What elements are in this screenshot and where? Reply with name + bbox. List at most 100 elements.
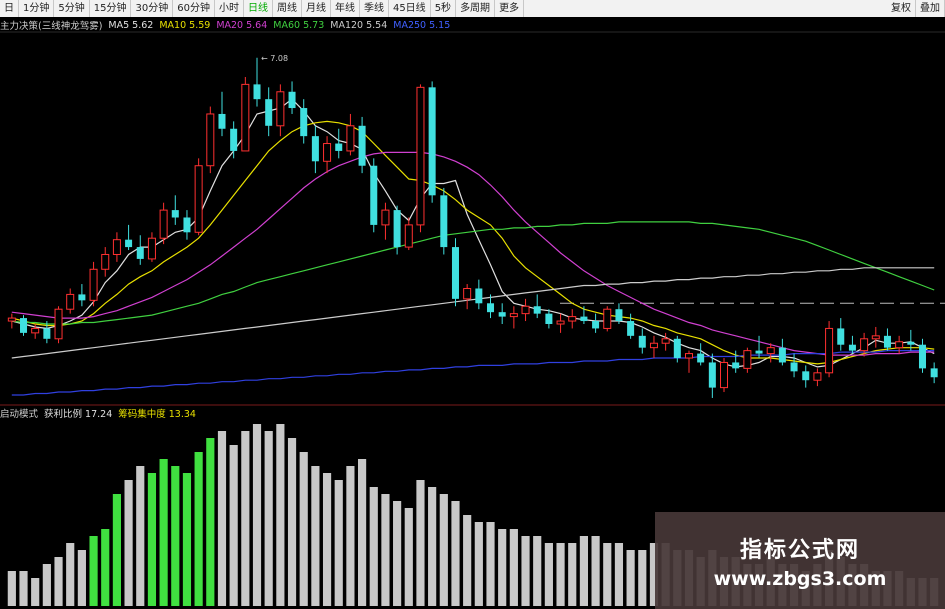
candle-body-up: [323, 143, 332, 162]
volume-bar: [206, 438, 215, 606]
volume-bar: [276, 424, 285, 606]
volume-bar: [591, 536, 600, 606]
candle-body-up: [194, 165, 203, 233]
candle-body-down: [755, 350, 763, 354]
ma-line-ma60: [11, 221, 935, 325]
volume-bar: [626, 550, 635, 606]
candle-body-down: [230, 128, 238, 151]
volume-bar: [171, 466, 180, 606]
candle-body-down: [451, 247, 459, 299]
candle-body-up: [54, 308, 63, 340]
candle-body-down: [218, 113, 226, 129]
volume-bar: [159, 459, 168, 606]
candle-body-down: [697, 353, 705, 363]
volume-bar: [252, 424, 262, 606]
candle-body-up: [346, 125, 355, 152]
candle-body-down: [592, 321, 600, 329]
candle-body-down: [358, 125, 366, 166]
volume-bar: [579, 536, 588, 606]
candle-body-up: [276, 91, 285, 127]
volume-bar: [509, 529, 518, 606]
candle-body-down: [183, 217, 191, 233]
volume-bar: [182, 473, 192, 606]
candle-body-up: [743, 350, 752, 369]
volume-bar: [568, 543, 577, 606]
volume-bar: [393, 501, 402, 606]
candle-body-down: [533, 306, 541, 314]
candle-body-down: [673, 338, 681, 359]
volume-bar: [451, 501, 460, 606]
candle-body-down: [20, 318, 28, 333]
candle-body-up: [871, 335, 880, 340]
candle-body-up: [66, 293, 75, 310]
candle-body-up: [241, 83, 250, 152]
candle-body-down: [708, 362, 716, 388]
candle-body-down: [43, 328, 51, 339]
volume-bar: [346, 466, 355, 606]
peak-label: ← 7.08: [261, 54, 288, 63]
volume-bar: [521, 536, 530, 606]
volume-bar: [381, 494, 390, 606]
volume-bar: [358, 459, 367, 606]
candle-body-down: [837, 328, 845, 345]
volume-bar: [322, 473, 332, 606]
candle-body-down: [265, 99, 273, 126]
candle-body-down: [311, 136, 319, 162]
candle-body-up: [649, 342, 658, 349]
watermark-url: www.zbgs3.com: [713, 567, 887, 590]
volume-bar: [556, 543, 565, 606]
volume-bar: [474, 522, 483, 606]
volume-bar: [66, 543, 75, 606]
ma-line-ma250: [11, 350, 935, 396]
candle-body-down: [778, 347, 786, 363]
volume-bar: [42, 564, 51, 606]
candle-body-up: [509, 313, 518, 318]
candle-body-up: [684, 353, 693, 359]
volume-bar: [603, 543, 612, 606]
volume-bar: [428, 487, 437, 606]
candle-body-up: [147, 237, 156, 260]
candle-body-down: [638, 335, 646, 348]
candle-body-down: [335, 143, 343, 151]
watermark-title: 指标公式网: [739, 537, 860, 563]
candle-body-down: [580, 316, 588, 322]
candle-body-up: [206, 113, 215, 167]
volume-bar: [369, 487, 378, 606]
candle-body-down: [802, 371, 810, 381]
volume-bar: [486, 522, 495, 606]
volume-bar: [416, 480, 425, 606]
candle-body-down: [487, 303, 495, 313]
candle-body-up: [7, 317, 16, 322]
candle-body-up: [556, 320, 565, 325]
volume-bar: [217, 431, 227, 606]
candle-body-up: [568, 316, 577, 322]
volume-bar: [89, 536, 98, 606]
candle-body-down: [498, 312, 506, 317]
candle-body-down: [78, 294, 86, 301]
candle-body-up: [813, 372, 822, 381]
candle-body-down: [370, 165, 378, 225]
volume-bar: [498, 529, 507, 606]
candle-body-down: [545, 313, 553, 324]
candle-body-down: [125, 239, 133, 248]
ma-line-ma120: [11, 267, 935, 359]
volume-bar: [533, 536, 542, 606]
volume-bar: [229, 445, 238, 606]
candle-body-up: [825, 327, 834, 374]
volume-bar: [311, 466, 320, 606]
candle-body-down: [288, 91, 296, 109]
candle-body-up: [766, 347, 775, 355]
volume-bar: [31, 578, 40, 606]
candle-body-up: [603, 308, 612, 329]
candle-body-up: [463, 288, 472, 300]
ma-line-ma5: [11, 98, 935, 368]
candle-body-up: [416, 86, 425, 226]
candle-body-down: [930, 368, 938, 378]
candle-body-down: [732, 362, 740, 369]
candle-body-down: [393, 210, 401, 248]
candle-body-up: [101, 253, 110, 270]
candle-body-down: [627, 321, 635, 336]
candle-body-down: [907, 341, 915, 345]
volume-bar: [614, 543, 624, 606]
volume-bar: [334, 480, 343, 606]
